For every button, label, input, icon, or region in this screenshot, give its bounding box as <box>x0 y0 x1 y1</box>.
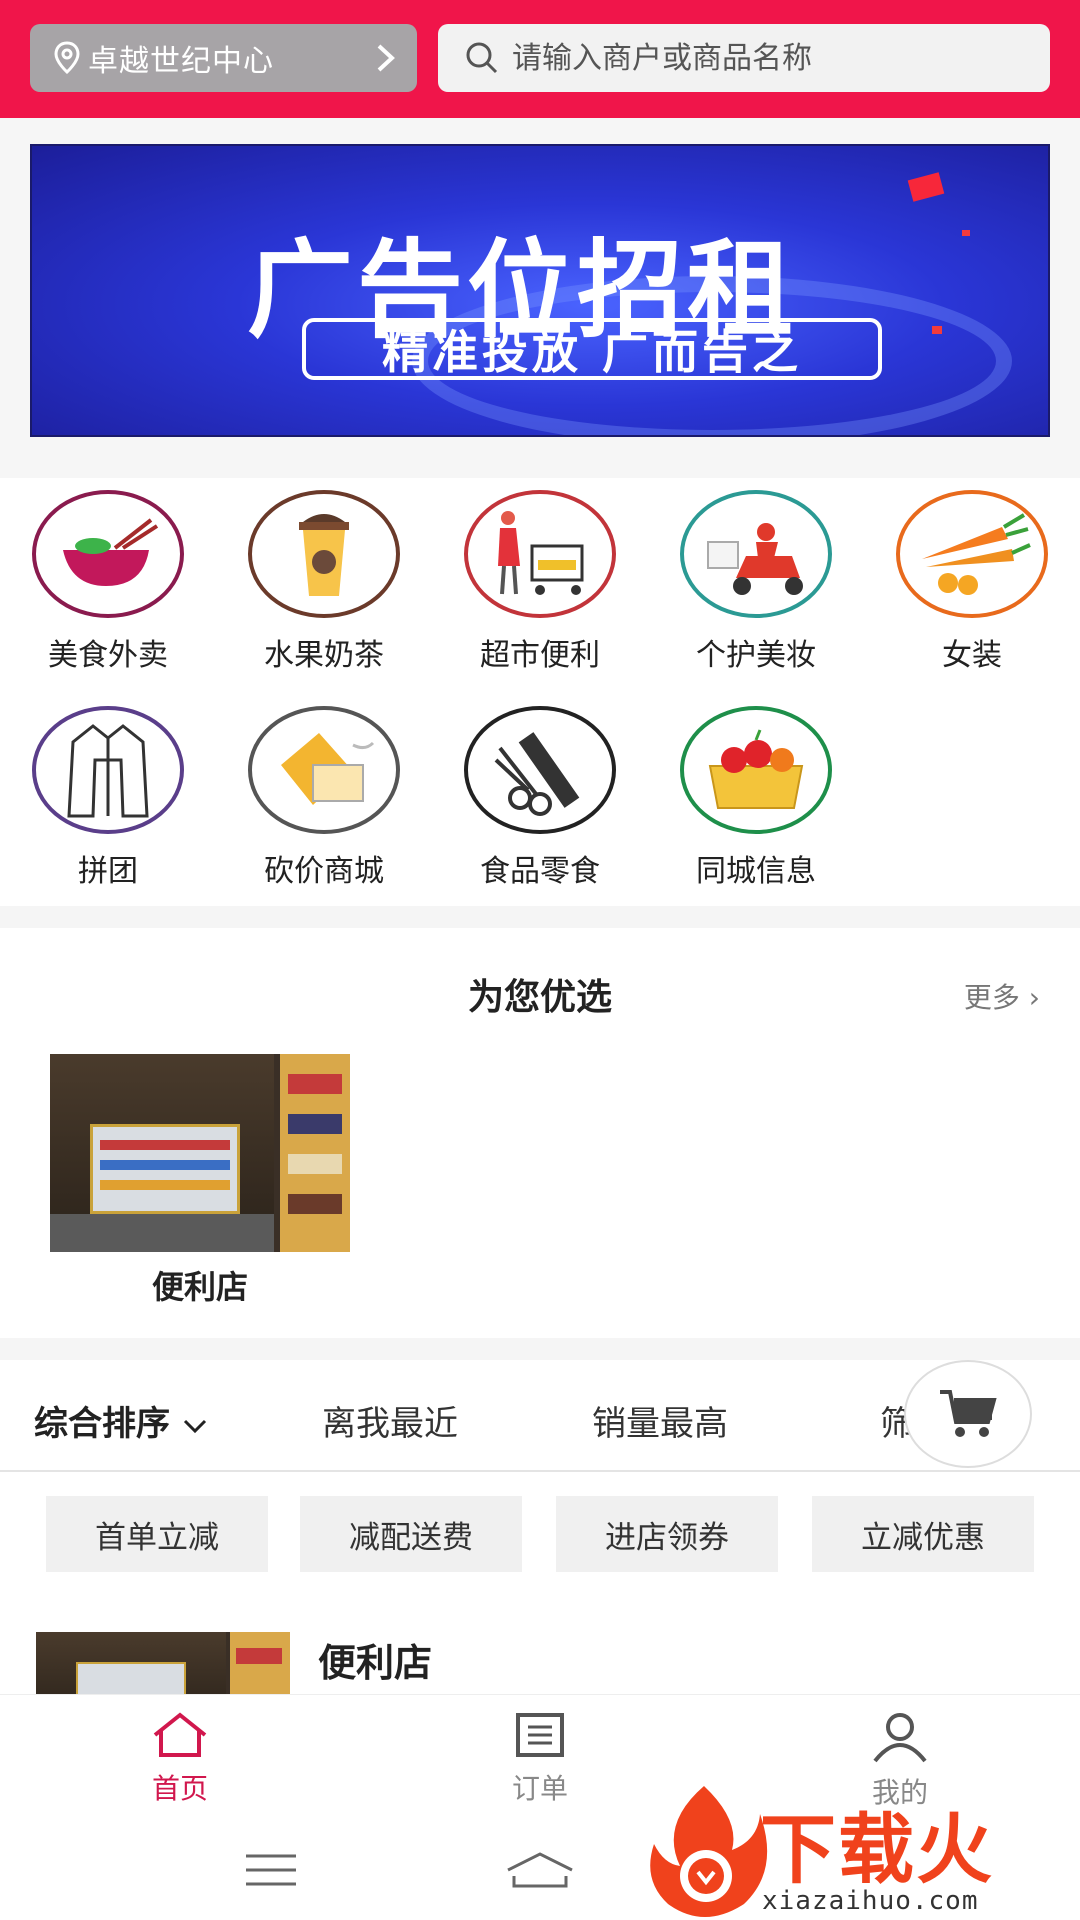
floating-cart-button[interactable] <box>904 1360 1032 1468</box>
category-food-delivery[interactable]: 美食外卖 <box>8 490 208 680</box>
tag-coupon[interactable]: 进店领券 <box>556 1496 778 1572</box>
milk-tea-icon <box>248 490 400 618</box>
shopping-cart-icon <box>464 490 616 618</box>
shop-list: 便利店 <box>0 1602 1080 1694</box>
category-label: 美食外卖 <box>48 638 168 673</box>
top-header: 卓越世纪中心 <box>0 0 1080 118</box>
ad-banner[interactable]: 广告位招租 精准投放 广而告之 <box>30 144 1050 437</box>
location-pin-icon <box>54 41 80 75</box>
category-label: 超市便利 <box>480 638 600 673</box>
recommended-shop-card[interactable]: 便利店 <box>50 1054 350 1308</box>
category-bargain-mall[interactable]: 砍价商城 <box>224 706 424 896</box>
food-bowl-icon <box>32 490 184 618</box>
shop-name[interactable]: 便利店 <box>318 1632 432 1687</box>
category-womens-wear[interactable]: 女装 <box>872 490 1072 680</box>
location-name: 卓越世纪中心 <box>88 44 274 79</box>
category-label: 拼团 <box>78 854 138 889</box>
red-envelope-icon <box>907 172 945 202</box>
search-input[interactable] <box>512 40 1032 76</box>
watermark-url: xiazaihuo.com <box>762 1886 979 1916</box>
search-box[interactable] <box>438 24 1050 92</box>
promo-tags: 首单立减 减配送费 进店领券 立减优惠 <box>0 1472 1080 1602</box>
category-supermarket[interactable]: 超市便利 <box>440 490 640 680</box>
category-snacks[interactable]: 食品零食 <box>440 706 640 896</box>
chevron-down-icon <box>183 1419 206 1433</box>
banner-section: 广告位招租 精准投放 广而告之 <box>0 118 1080 478</box>
tag-delivery-discount[interactable]: 减配送费 <box>300 1496 522 1572</box>
category-personal-care[interactable]: 个护美妆 <box>656 490 856 680</box>
tab-label: 订单 <box>511 1772 568 1805</box>
cart-icon <box>940 1390 997 1437</box>
sort-nearest[interactable]: 离我最近 <box>322 1396 458 1445</box>
home-icon <box>153 1712 207 1757</box>
banner-subtitle: 精准投放 广而告之 <box>381 325 802 379</box>
tag-first-order[interactable]: 首单立减 <box>46 1496 268 1572</box>
carrot-icon <box>896 490 1048 618</box>
scissors-comb-icon <box>464 706 616 834</box>
banner-subtitle-box: 精准投放 广而告之 <box>302 318 882 380</box>
fruit-basket-icon <box>680 706 832 834</box>
orders-icon <box>516 1713 564 1757</box>
category-label: 水果奶茶 <box>264 638 384 673</box>
category-label: 同城信息 <box>696 854 816 889</box>
tag-instant-discount[interactable]: 立减优惠 <box>812 1496 1034 1572</box>
user-icon <box>873 1713 927 1763</box>
sort-composite[interactable]: 综合排序 <box>34 1396 208 1445</box>
tab-home[interactable]: 首页 <box>100 1711 260 1807</box>
category-label: 女装 <box>942 638 1002 673</box>
confetti <box>962 230 970 236</box>
category-label: 砍价商城 <box>264 854 384 889</box>
watermark-text: 下载火 <box>760 1805 994 1894</box>
delivery-scooter-icon <box>680 490 832 618</box>
chevron-right-icon <box>377 44 395 72</box>
jacket-icon <box>32 706 184 834</box>
more-label: 更多 <box>963 981 1020 1014</box>
location-selector[interactable]: 卓越世纪中心 <box>30 24 417 92</box>
tag-icon <box>248 706 400 834</box>
chevron-right-icon: › <box>1028 981 1040 1014</box>
category-group-buy[interactable]: 拼团 <box>8 706 208 896</box>
category-local-info[interactable]: 同城信息 <box>656 706 856 896</box>
tab-orders[interactable]: 订单 <box>460 1711 620 1807</box>
search-icon <box>466 42 498 74</box>
flame-logo-icon <box>650 1786 768 1917</box>
category-fruit-tea[interactable]: 水果奶茶 <box>224 490 424 680</box>
more-link[interactable]: 更多 › <box>964 976 1040 1016</box>
recommend-section: 为您优选 更多 › 便利店 <box>0 928 1080 1338</box>
shop-thumbnail[interactable] <box>36 1632 290 1694</box>
shop-image <box>50 1054 350 1252</box>
watermark: 下载火 xiazaihuo.com <box>640 1780 1080 1920</box>
section-title: 为您优选 <box>467 977 612 1018</box>
category-label: 个护美妆 <box>696 638 816 673</box>
sort-label: 综合排序 <box>34 1404 170 1444</box>
system-home-icon[interactable] <box>504 1850 576 1890</box>
sort-best-selling[interactable]: 销量最高 <box>592 1396 728 1445</box>
menu-icon[interactable] <box>244 1852 298 1888</box>
category-label: 食品零食 <box>480 854 600 889</box>
confetti <box>932 326 942 334</box>
tab-label: 首页 <box>151 1772 208 1805</box>
category-grid: 美食外卖 水果奶茶 超市便利 个护美妆 女装 拼团 砍价商城 食品零食 同城信息 <box>0 478 1080 906</box>
shop-name: 便利店 <box>151 1268 248 1306</box>
